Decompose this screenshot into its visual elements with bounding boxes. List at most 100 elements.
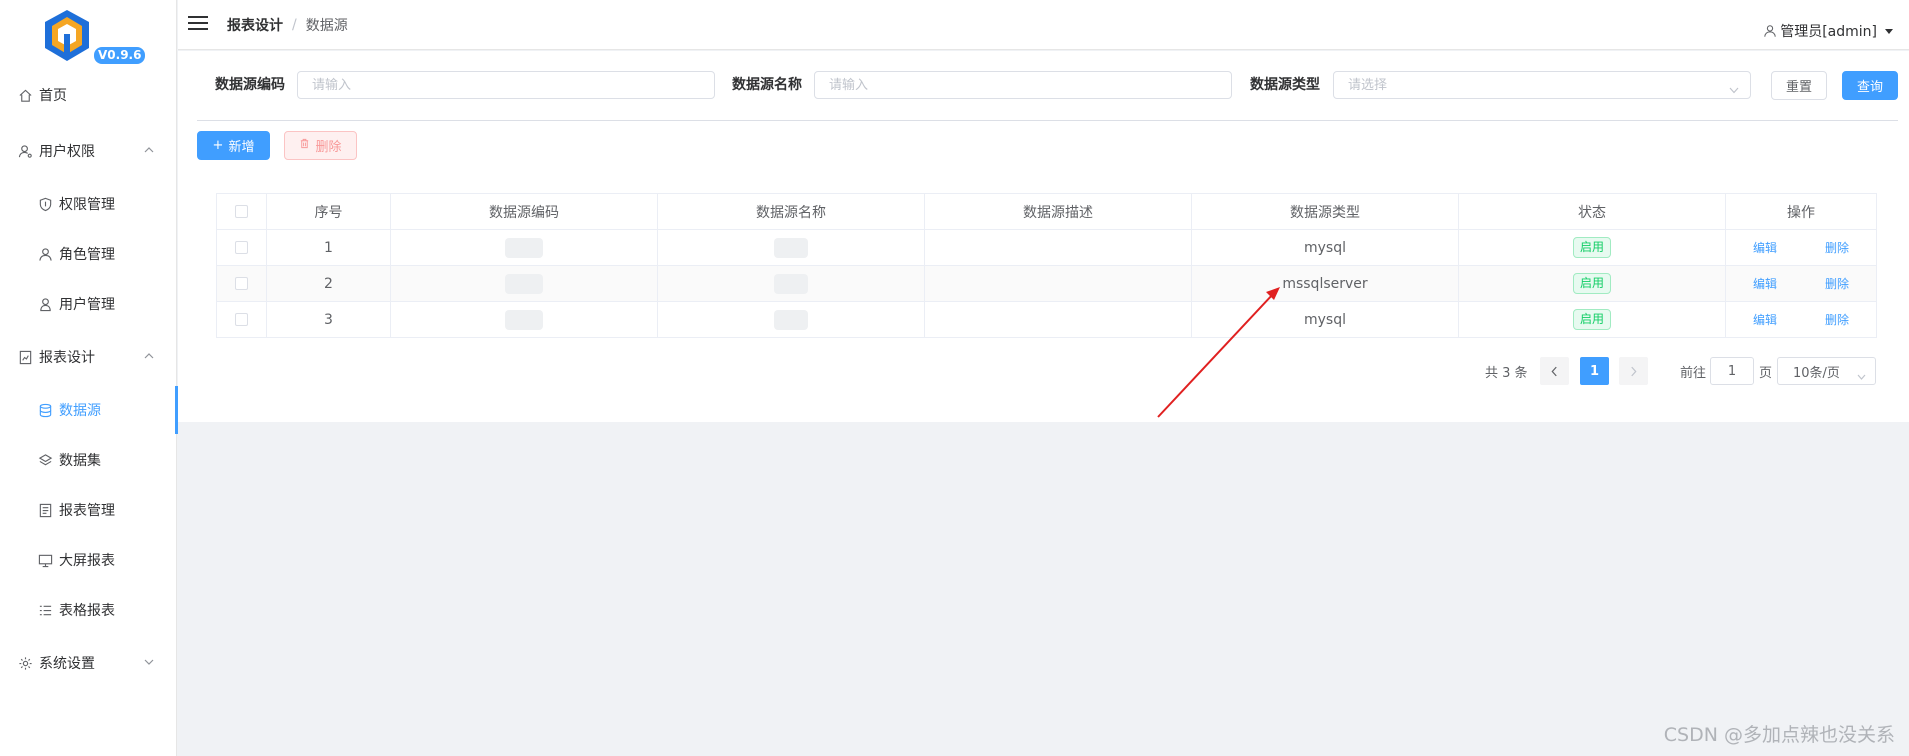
sidebar-item-label: 角色管理 xyxy=(59,247,115,263)
chevron-down-icon xyxy=(143,656,155,668)
redacted-block xyxy=(774,237,808,258)
column-header: 状态 xyxy=(1458,193,1726,230)
sidebar-item-report-design[interactable]: 报表设计 xyxy=(0,337,177,377)
pagination-total: 共 3 条 xyxy=(1485,366,1528,381)
datasource-code-input[interactable] xyxy=(297,71,715,99)
select-all-cell xyxy=(216,193,267,230)
sidebar-item-bigscreen-report[interactable]: 大屏报表 xyxy=(0,540,177,580)
page-size-value: 10条/页 xyxy=(1793,365,1840,381)
chevron-right-icon xyxy=(1631,366,1637,376)
delete-link[interactable]: 删除 xyxy=(1825,311,1849,328)
page-suffix-label: 页 xyxy=(1759,366,1773,381)
report-manage-icon xyxy=(37,502,53,518)
sidebar-item-label: 首页 xyxy=(39,88,67,104)
sidebar-item-system-settings[interactable]: 系统设置 xyxy=(0,643,177,683)
row-index: 1 xyxy=(266,229,391,266)
edit-link[interactable]: 编辑 xyxy=(1753,311,1777,328)
chevron-down-icon xyxy=(1729,82,1739,94)
sidebar-item-permission-management[interactable]: 权限管理 xyxy=(0,184,177,224)
row-actions-cell: 编辑 删除 xyxy=(1725,229,1877,266)
row-index: 3 xyxy=(266,301,391,338)
sidebar-item-label: 用户权限 xyxy=(39,144,95,160)
table-row: 2 mssqlserver 启用 编辑 删除 xyxy=(216,265,1877,302)
table-row: 3 mysql 启用 编辑 删除 xyxy=(216,301,1877,338)
database-icon xyxy=(37,402,53,418)
user-key-icon xyxy=(17,143,33,159)
breadcrumb-item-current: 数据源 xyxy=(305,18,348,34)
column-header: 操作 xyxy=(1725,193,1877,230)
user-menu[interactable]: 管理员[admin] xyxy=(1763,21,1893,41)
sidebar-item-home[interactable]: 首页 xyxy=(0,75,177,115)
delete-link[interactable]: 删除 xyxy=(1825,239,1849,256)
row-checkbox[interactable] xyxy=(235,277,248,290)
datasource-table: 序号 数据源编码 数据源名称 数据源描述 数据源类型 状态 操作 1 mysql… xyxy=(216,193,1877,338)
row-status-cell: 启用 xyxy=(1458,301,1726,338)
row-status-cell: 启用 xyxy=(1458,229,1726,266)
sidebar-item-label: 报表管理 xyxy=(59,503,115,519)
sidebar-item-user-management[interactable]: 用户管理 xyxy=(0,284,177,324)
datasource-type-select[interactable] xyxy=(1333,71,1751,99)
redacted-block xyxy=(505,237,543,258)
breadcrumb-item[interactable]: 报表设计 xyxy=(227,15,283,35)
user-icon xyxy=(37,246,53,262)
sidebar-item-label: 权限管理 xyxy=(59,197,115,213)
delete-button[interactable]: 删除 xyxy=(284,131,357,160)
sidebar-item-datasource[interactable]: 数据源 xyxy=(0,386,178,434)
status-badge: 启用 xyxy=(1572,273,1611,294)
column-header: 数据源描述 xyxy=(924,193,1192,230)
page-size-select[interactable]: 10条/页 xyxy=(1777,357,1876,385)
sidebar-item-label: 数据源 xyxy=(59,403,101,419)
reset-button[interactable]: 重置 xyxy=(1771,71,1827,100)
column-header: 序号 xyxy=(266,193,391,230)
trash-icon xyxy=(299,138,310,153)
hamburger-icon[interactable] xyxy=(188,15,208,31)
person-icon xyxy=(37,296,53,312)
datasource-name-input[interactable] xyxy=(814,71,1232,99)
sidebar-item-label: 大屏报表 xyxy=(59,553,115,569)
row-checkbox[interactable] xyxy=(235,241,248,254)
search-button[interactable]: 查询 xyxy=(1842,71,1898,100)
chevron-up-icon xyxy=(143,144,155,156)
column-header: 数据源类型 xyxy=(1191,193,1459,230)
row-checkbox[interactable] xyxy=(235,313,248,326)
row-select-cell xyxy=(216,301,267,338)
row-select-cell xyxy=(216,229,267,266)
dataset-icon xyxy=(37,452,53,468)
row-type: mysql xyxy=(1191,229,1459,266)
row-desc-cell xyxy=(924,229,1192,266)
status-badge: 启用 xyxy=(1572,309,1611,330)
delete-link[interactable]: 删除 xyxy=(1825,275,1849,292)
gear-icon xyxy=(17,655,33,671)
sidebar-item-table-report[interactable]: 表格报表 xyxy=(0,590,177,630)
goto-page-input[interactable] xyxy=(1710,357,1754,385)
next-page-button[interactable] xyxy=(1619,357,1648,385)
row-code-cell xyxy=(390,265,658,302)
row-actions-cell: 编辑 删除 xyxy=(1725,265,1877,302)
list-icon xyxy=(37,602,53,618)
version-badge: V0.9.6 xyxy=(94,47,146,64)
row-desc-cell xyxy=(924,301,1192,338)
main-content: 数据源编码 数据源名称 数据源类型 重置 查询 + 新增 删除 序号 数据源编码… xyxy=(178,51,1909,422)
row-name-cell xyxy=(657,229,925,266)
row-name-cell xyxy=(657,301,925,338)
redacted-block xyxy=(505,273,543,294)
prev-page-button[interactable] xyxy=(1540,357,1569,385)
page-number-current[interactable]: 1 xyxy=(1580,357,1609,385)
column-header: 数据源编码 xyxy=(390,193,658,230)
edit-link[interactable]: 编辑 xyxy=(1753,239,1777,256)
datasource-type-label: 数据源类型 xyxy=(1250,77,1320,93)
sidebar-item-user-permissions[interactable]: 用户权限 xyxy=(0,131,177,171)
user-name: 管理员[admin] xyxy=(1780,24,1877,40)
caret-down-icon xyxy=(1885,28,1893,34)
sidebar-item-report-management[interactable]: 报表管理 xyxy=(0,490,177,530)
sidebar-item-label: 系统设置 xyxy=(39,656,95,672)
add-button[interactable]: + 新增 xyxy=(197,131,270,160)
sidebar-item-role-management[interactable]: 角色管理 xyxy=(0,234,177,274)
row-status-cell: 启用 xyxy=(1458,265,1726,302)
sidebar-item-dataset[interactable]: 数据集 xyxy=(0,440,177,480)
row-select-cell xyxy=(216,265,267,302)
edit-link[interactable]: 编辑 xyxy=(1753,275,1777,292)
select-all-checkbox[interactable] xyxy=(235,205,248,218)
app-logo[interactable] xyxy=(42,8,92,63)
redacted-block xyxy=(774,273,808,294)
